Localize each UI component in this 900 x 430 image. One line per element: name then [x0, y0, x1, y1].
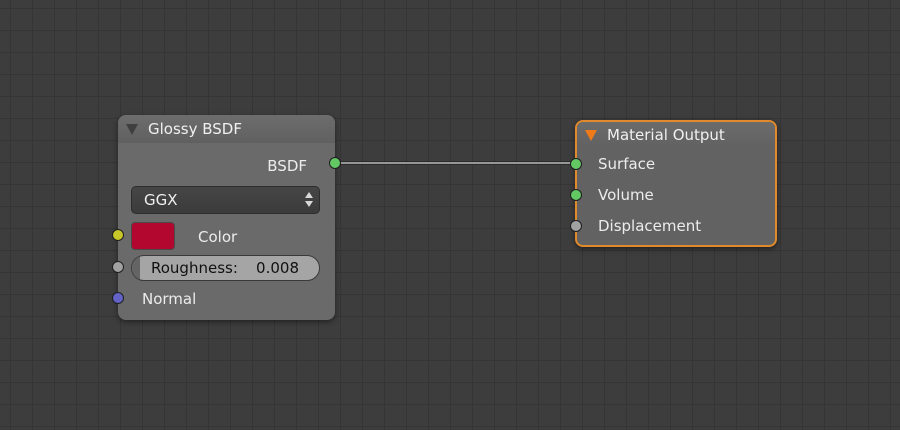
node-editor-canvas[interactable]: Glossy BSDF BSDF GGX Color Roughness: 0.… — [0, 0, 900, 430]
displacement-label: Displacement — [598, 217, 702, 235]
surface-row: Surface — [598, 153, 655, 175]
material-output-title: Material Output — [607, 126, 725, 144]
material-output-header[interactable]: Material Output — [577, 122, 775, 148]
collapse-arrow-icon[interactable] — [126, 123, 138, 135]
glossy-node-title: Glossy BSDF — [148, 120, 242, 138]
volume-input-socket[interactable] — [570, 189, 582, 201]
volume-label: Volume — [598, 186, 654, 204]
normal-input-socket[interactable] — [112, 292, 124, 304]
color-label: Color — [198, 228, 238, 246]
surface-input-socket[interactable] — [570, 158, 582, 170]
color-input-socket[interactable] — [112, 229, 124, 241]
collapse-arrow-icon[interactable] — [585, 129, 597, 141]
glossy-node-header[interactable]: Glossy BSDF — [118, 115, 335, 143]
updown-arrows-icon — [305, 191, 313, 209]
displacement-row: Displacement — [598, 215, 701, 237]
roughness-label: Roughness: — [151, 259, 238, 277]
normal-row: Normal — [142, 288, 196, 310]
roughness-slider-fill — [132, 256, 140, 280]
surface-label: Surface — [598, 155, 656, 173]
roughness-value: 0.008 — [256, 259, 299, 277]
distribution-dropdown[interactable]: GGX — [131, 186, 320, 214]
normal-label: Normal — [142, 290, 197, 308]
material-output-node[interactable]: Material Output Surface Volume Displacem… — [570, 120, 777, 247]
roughness-slider[interactable]: Roughness: 0.008 — [131, 255, 320, 281]
displacement-input-socket[interactable] — [570, 220, 582, 232]
bsdf-output-label: BSDF — [267, 157, 307, 175]
color-swatch[interactable] — [131, 222, 175, 250]
roughness-input-socket[interactable] — [112, 261, 124, 273]
bsdf-output-row: BSDF — [267, 155, 307, 177]
glossy-bsdf-node[interactable]: Glossy BSDF BSDF GGX Color Roughness: 0.… — [112, 115, 341, 320]
distribution-value: GGX — [144, 191, 178, 209]
volume-row: Volume — [598, 184, 654, 206]
color-row: Color — [198, 226, 237, 248]
bsdf-output-socket[interactable] — [329, 157, 341, 169]
